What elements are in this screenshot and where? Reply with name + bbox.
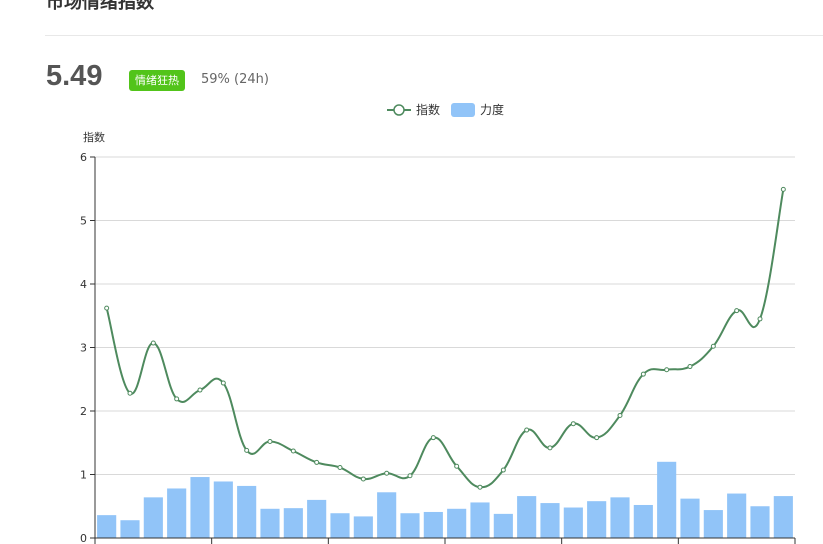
legend-bar-icon <box>451 103 475 117</box>
grid-layer <box>95 156 795 475</box>
index-point[interactable] <box>197 387 203 393</box>
index-point[interactable] <box>617 412 623 418</box>
strength-bar[interactable] <box>213 481 233 538</box>
strength-bar[interactable] <box>773 496 793 538</box>
strength-bar[interactable] <box>517 496 537 538</box>
legend-item-strength[interactable]: 力度 <box>451 102 504 117</box>
y-tick-label: 3 <box>80 342 87 355</box>
strength-bar[interactable] <box>493 513 513 538</box>
strength-bar[interactable] <box>120 520 140 538</box>
strength-bar[interactable] <box>167 488 187 538</box>
index-point[interactable] <box>174 396 180 402</box>
legend-item-index[interactable]: 指数 <box>387 102 440 117</box>
index-point[interactable] <box>360 476 366 482</box>
index-point[interactable] <box>407 473 413 479</box>
index-point[interactable] <box>267 438 273 444</box>
strength-bar[interactable] <box>540 503 560 538</box>
index-point[interactable] <box>570 421 576 427</box>
strength-bar[interactable] <box>703 510 723 538</box>
index-point[interactable] <box>430 435 436 441</box>
strength-bar[interactable] <box>680 498 700 538</box>
index-point[interactable] <box>547 445 553 451</box>
strength-bar[interactable] <box>353 516 373 538</box>
index-point[interactable] <box>150 340 156 346</box>
strength-bar[interactable] <box>97 515 117 538</box>
index-point[interactable] <box>384 470 390 476</box>
index-point[interactable] <box>664 367 670 373</box>
strength-bar[interactable] <box>330 513 350 538</box>
y-tick-label: 0 <box>80 532 87 544</box>
strength-bar[interactable] <box>470 502 490 538</box>
strength-bar[interactable] <box>283 508 303 538</box>
strength-bar[interactable] <box>260 508 280 538</box>
index-point[interactable] <box>780 186 786 192</box>
index-point[interactable] <box>640 371 646 377</box>
strength-bar[interactable] <box>377 492 397 538</box>
index-point[interactable] <box>594 435 600 441</box>
index-point[interactable] <box>500 467 506 473</box>
index-point[interactable] <box>127 390 133 396</box>
index-point[interactable] <box>477 484 483 490</box>
strength-bar[interactable] <box>657 461 677 538</box>
strength-bar[interactable] <box>727 493 747 538</box>
y-tick-label: 5 <box>80 215 87 228</box>
strength-bar[interactable] <box>143 497 163 538</box>
strength-bar[interactable] <box>307 499 327 538</box>
legend-label-index: 指数 <box>416 102 440 117</box>
y-tick-label: 6 <box>80 151 87 164</box>
strength-bar[interactable] <box>633 504 653 538</box>
strength-bar[interactable] <box>237 485 257 538</box>
strength-bar[interactable] <box>563 507 583 538</box>
y-tick-label: 4 <box>80 278 87 291</box>
strength-bar[interactable] <box>750 506 770 538</box>
index-point[interactable] <box>710 343 716 349</box>
bar-series <box>97 461 793 538</box>
legend-label-strength: 力度 <box>480 102 504 117</box>
index-point[interactable] <box>220 380 226 386</box>
legend-marker-icon <box>393 104 405 116</box>
y-tick-label: 1 <box>80 469 87 482</box>
index-point[interactable] <box>244 447 250 453</box>
strength-bar[interactable] <box>587 501 607 538</box>
strength-bar[interactable] <box>447 508 467 538</box>
line-series <box>104 186 786 490</box>
axis-layer: 0 1 2 3 4 5 6 指数 <box>80 130 796 544</box>
index-point[interactable] <box>337 465 343 471</box>
index-point[interactable] <box>757 316 763 322</box>
strength-bar[interactable] <box>610 497 630 538</box>
y-tick-label: 2 <box>80 405 87 418</box>
chart-legend[interactable]: 指数 力度 <box>387 102 504 117</box>
index-point[interactable] <box>734 308 740 314</box>
index-point[interactable] <box>104 305 110 311</box>
index-point[interactable] <box>314 459 320 465</box>
index-point[interactable] <box>687 364 693 370</box>
index-point[interactable] <box>290 448 296 454</box>
strength-bar[interactable] <box>190 477 210 538</box>
strength-bar[interactable] <box>400 513 420 538</box>
sentiment-chart: 0 1 2 3 4 5 6 指数 指数 力度 <box>80 102 796 544</box>
strength-bar[interactable] <box>423 511 443 538</box>
index-point[interactable] <box>524 427 530 433</box>
y-axis-label: 指数 <box>83 130 105 144</box>
index-point[interactable] <box>454 463 460 469</box>
index-line <box>105 189 785 489</box>
